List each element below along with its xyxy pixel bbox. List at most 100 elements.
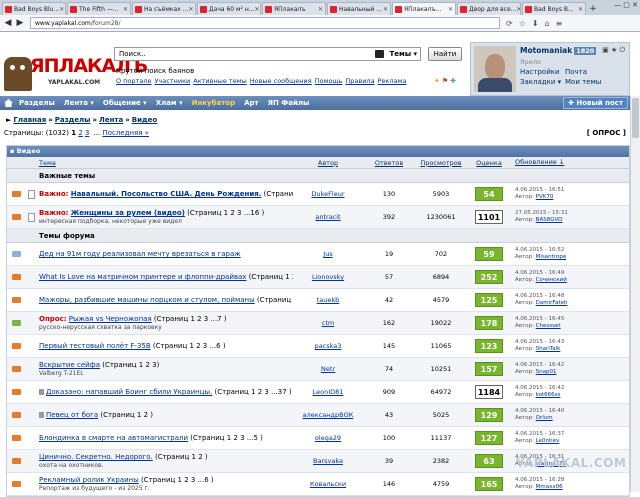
topic-pages[interactable]: (Страниц 1 2 ) [100,411,153,419]
forward-icon[interactable]: ▶ [14,17,26,29]
header-link[interactable]: Реклама [378,77,407,85]
author-link[interactable]: Netr [321,365,335,373]
last-author-link[interactable]: Сочинский [536,277,567,283]
topic-pages[interactable]: (Страниц 1 2 3) [102,361,159,369]
close-icon[interactable]: ✕ [123,6,128,13]
menu-item[interactable]: Разделы [19,99,55,107]
topic-pages[interactable]: (Страниц 1 2 3 ...37 ) [215,388,292,396]
header-link[interactable]: Помощь [315,77,343,85]
close-icon[interactable]: ✕ [383,6,388,13]
last-author-link[interactable]: Mmaxx06 [536,484,563,490]
browser-tab[interactable]: Дача 60 м² н... ✕ [197,2,261,15]
home-icon[interactable]: ⌂ [545,19,550,28]
menu-item[interactable]: ЯП Файлы [268,99,310,107]
col-updated[interactable]: Обновление ↓ [515,158,564,166]
puzzle-icon[interactable]: ✚ [450,77,456,85]
browser-tab[interactable]: Bad Boys Blu... ✕ [2,2,66,15]
last-author-link[interactable]: DamirFateh [536,300,568,306]
envelope-icon[interactable] [11,481,21,487]
topic-pages[interactable]: (Страниц 1 2 3 ...16 ) [187,209,264,217]
col-views[interactable]: Просмотров [420,159,461,167]
last-author-link[interactable]: Misantrope [536,254,567,260]
menu-item[interactable]: Хлам ▾ [156,99,183,107]
new-post-button[interactable]: ✚ Новый пост [563,97,628,109]
topic-pages[interactable]: (Страниц 1 2 3) [249,273,293,281]
browser-tab[interactable]: ЯПлакалъ... ✕ [392,2,456,15]
page-link[interactable]: 3 [85,129,89,137]
envelope-icon[interactable] [11,251,21,257]
window-controls[interactable]: — ▢ ✕ [614,1,638,9]
col-replies[interactable]: Ответов [375,159,403,167]
author-link[interactable]: pacska3 [315,342,342,350]
header-link[interactable]: Новые сообщения [250,77,312,85]
scrollbar[interactable] [630,96,640,492]
envelope-icon[interactable] [11,214,21,220]
envelope-icon[interactable] [11,274,21,280]
topic-title-link[interactable]: Вскрытие сейфа [39,361,100,369]
close-icon[interactable]: ✕ [578,6,583,13]
envelope-icon[interactable] [11,366,21,372]
header-link[interactable]: Участники [154,77,190,85]
scrollbar-thumb[interactable] [632,98,639,138]
topic-pages[interactable]: (Страниц 1 2 3 ...6 ) [153,342,226,350]
envelope-icon[interactable] [11,435,21,441]
last-author-link[interactable]: Le0ntiev [536,438,560,444]
topic-title-link[interactable]: Навальный. Посольство США. День Рождения… [71,190,262,198]
flag-icon[interactable]: ⚑ [442,77,448,85]
bookmarks-link[interactable]: Закладки ▾ [520,78,561,86]
author-link[interactable]: olega29 [315,434,341,442]
close-icon[interactable]: ✕ [59,6,64,13]
home-menu-icon[interactable] [4,99,13,107]
menu-item[interactable]: Лента ▾ [64,99,94,107]
bulb-icon[interactable]: ✦ [434,77,440,85]
close-icon[interactable]: ✕ [318,6,323,13]
breadcrumb-item[interactable]: Главная [13,116,46,124]
topic-title-link[interactable]: Мажоры, разбившие машины порцком и стуло… [39,296,255,304]
mail-link[interactable]: Почта [565,68,587,76]
browser-tab[interactable]: Навальный ... ✕ [327,2,391,15]
menu-icon[interactable]: ≡ [556,19,563,28]
topic-title-link[interactable]: Певец от бога [46,411,98,419]
topic-pages[interactable]: (Страниц 1 2 3 ...7 ) [154,315,227,323]
browser-tab[interactable]: На съёмках ... ✕ [132,2,196,15]
close-icon[interactable]: ✕ [516,6,520,13]
menu-item[interactable]: Арт [244,99,259,107]
header-link[interactable]: Правила [345,77,374,85]
envelope-icon[interactable] [11,458,21,464]
author-link[interactable]: александрВОК [303,411,354,419]
envelope-icon[interactable] [11,297,21,303]
author-link[interactable]: Ковальски [310,480,346,488]
topic-title-link[interactable]: Дед на 91м году реализовал мечту врезать… [39,250,241,258]
refresh-icon[interactable]: ⟳ [506,19,513,28]
author-link[interactable]: tauekb [317,296,340,304]
search-button[interactable]: Найти [428,47,462,61]
my-topics-link[interactable]: Мои темы [565,78,601,86]
topic-title-link[interactable]: Блондинка в смарте на автомагистрали [39,434,188,442]
avatar[interactable] [474,46,516,92]
envelope-icon[interactable] [11,412,21,418]
col-topic[interactable]: Тема [39,159,56,167]
last-author-link[interactable]: Chessset [536,323,561,329]
topic-pages[interactable]: (Страниц 1 2 3) [257,296,293,304]
topic-title-link[interactable]: Женщины за рулем (видео) [71,209,185,217]
menu-item[interactable]: Общение ▾ [103,99,147,107]
topic-pages[interactable]: (Страниц 1 2 3 ...5 ) [190,434,263,442]
settings-link[interactable]: Настройки [520,68,560,76]
last-author-link[interactable]: Snap01 [536,369,557,375]
page-last-link[interactable]: Последняя » [102,129,149,137]
username[interactable]: Motomaniak 1820 [520,46,597,55]
menu-item[interactable]: Инкубатор [192,99,236,107]
search-input[interactable]: Поиск.. Темы ▾ [114,47,421,61]
author-link[interactable]: ctm [322,319,334,327]
camera-icon[interactable] [375,50,384,58]
topic-title-link[interactable]: Рекламный ролик Украины [39,476,139,484]
author-link[interactable]: Lionovsky [312,273,344,281]
last-author-link[interactable]: Orlum [536,415,553,421]
envelope-icon[interactable] [11,389,21,395]
last-author-link[interactable]: PVK70 [536,194,554,200]
header-link[interactable]: О портале [116,77,151,85]
back-icon[interactable]: ◀ [2,17,14,29]
close-icon[interactable]: ✕ [188,6,193,13]
envelope-icon[interactable] [11,343,21,349]
close-icon[interactable]: ✕ [255,6,260,13]
